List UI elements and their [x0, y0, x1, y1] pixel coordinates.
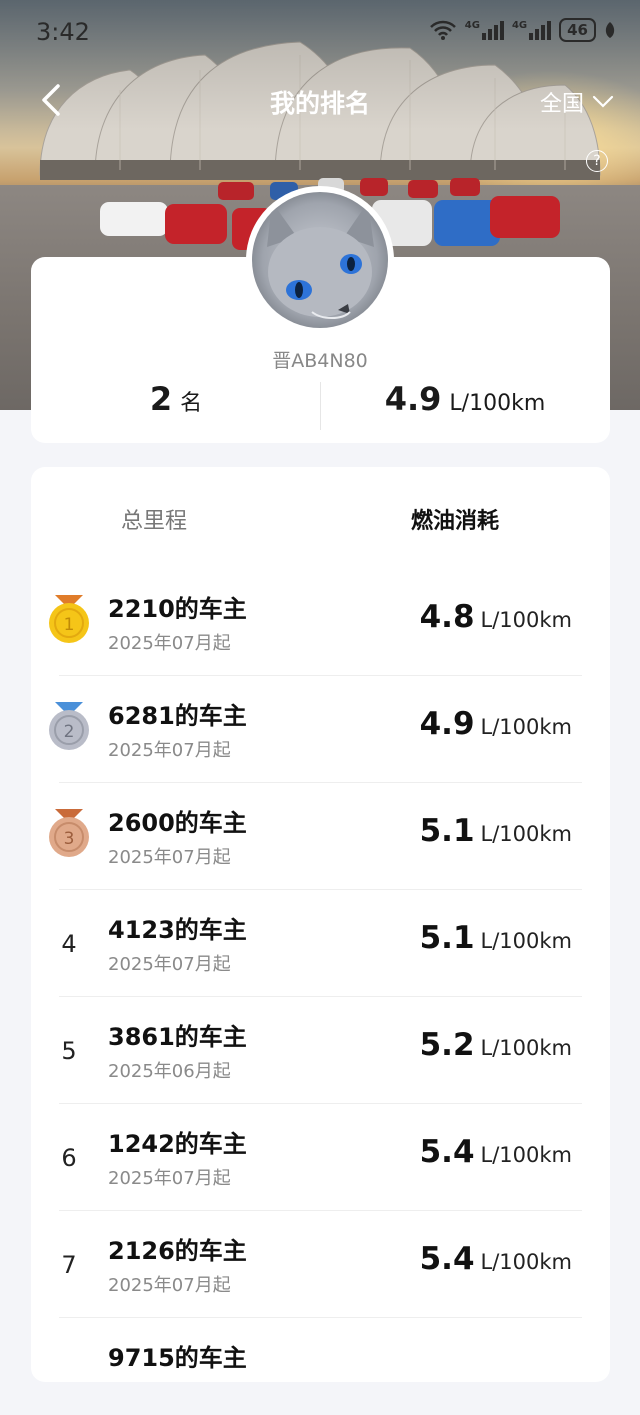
fuel-value: 5.4 L/100km	[419, 1241, 572, 1277]
owner-since: 2025年07月起	[108, 633, 231, 654]
license-plate: 晋AB4N80	[272, 350, 368, 372]
bronze-medal-icon: 3	[49, 809, 89, 857]
my-rank-value: 2	[149, 380, 173, 418]
ranking-row[interactable]: 3 2600的车主 2025年07月起 5.1 L/100km	[31, 783, 610, 890]
tab-total-mileage[interactable]: 总里程	[121, 503, 187, 535]
fuel-value: 5.1 L/100km	[419, 813, 572, 849]
signal-icon-2: 4G	[512, 20, 552, 40]
owner-name: 9715的车主	[108, 1344, 247, 1372]
rank-number: 6	[61, 1144, 77, 1172]
owner-since: 2025年07月起	[108, 740, 231, 761]
ranking-row[interactable]: 9715的车主	[31, 1318, 610, 1382]
ranking-row[interactable]: 5 3861的车主 2025年06月起 5.2 L/100km	[31, 997, 610, 1104]
rank-number: 5	[61, 1037, 77, 1065]
my-fuel: 4.9 L/100km	[320, 380, 610, 418]
rank-number: 4	[61, 930, 77, 958]
ranking-row[interactable]: 4 4123的车主 2025年07月起 5.1 L/100km	[31, 890, 610, 997]
my-fuel-value: 4.9	[384, 380, 442, 418]
cat-avatar-image	[252, 192, 388, 328]
ranking-row[interactable]: 6 1242的车主 2025年07月起 5.4 L/100km	[31, 1104, 610, 1211]
ranking-row[interactable]: 2 6281的车主 2025年07月起 4.9 L/100km	[31, 676, 610, 783]
region-selector[interactable]: 全国	[540, 86, 614, 118]
owner-name: 2600的车主	[108, 809, 247, 837]
owner-since: 2025年07月起	[108, 1275, 231, 1296]
status-bar: 3:42 4G 4G 46	[0, 0, 640, 64]
ranking-row[interactable]: 1 2210的车主 2025年07月起 4.8 L/100km	[31, 569, 610, 676]
ranking-card: 总里程 燃油消耗 1 2210的车主 2025年07月起 4.8 L/100km …	[31, 467, 610, 1382]
fuel-value: 5.4 L/100km	[419, 1134, 572, 1170]
avatar[interactable]	[246, 186, 394, 334]
tab-fuel-consumption[interactable]: 燃油消耗	[411, 503, 499, 535]
owner-since: 2025年07月起	[108, 847, 231, 868]
owner-name: 2210的车主	[108, 595, 247, 623]
owner-name: 6281的车主	[108, 702, 247, 730]
owner-name: 1242的车主	[108, 1130, 247, 1158]
wifi-icon	[429, 20, 456, 40]
ranking-row[interactable]: 7 2126的车主 2025年07月起 5.4 L/100km	[31, 1211, 610, 1318]
fuel-value: 5.2 L/100km	[419, 1027, 572, 1063]
fuel-value: 4.9 L/100km	[419, 706, 572, 742]
signal-icon: 4G	[465, 20, 504, 40]
help-icon[interactable]: ?	[586, 150, 608, 172]
my-rank-unit: 名	[180, 391, 203, 416]
owner-name: 3861的车主	[108, 1023, 247, 1051]
silver-medal-icon: 2	[49, 702, 89, 750]
owner-since: 2025年06月起	[108, 1061, 231, 1082]
gold-medal-icon: 1	[49, 595, 89, 643]
leaf-icon	[605, 22, 615, 38]
owner-name: 4123的车主	[108, 916, 247, 944]
owner-since: 2025年07月起	[108, 1168, 231, 1189]
svg-text:3: 3	[64, 829, 75, 849]
fuel-value: 5.1 L/100km	[419, 920, 572, 956]
rank-number: 7	[61, 1251, 77, 1279]
owner-since: 2025年07月起	[108, 954, 231, 975]
region-label: 全国	[539, 92, 584, 117]
my-rank: 2名	[31, 380, 321, 418]
my-fuel-unit: L/100km	[449, 391, 546, 416]
fuel-value: 4.8 L/100km	[419, 599, 572, 635]
owner-name: 2126的车主	[108, 1237, 247, 1265]
chevron-down-icon	[592, 95, 614, 108]
svg-text:2: 2	[64, 722, 75, 742]
status-time: 3:42	[36, 18, 90, 46]
battery-icon: 46	[559, 18, 596, 42]
svg-text:1: 1	[64, 615, 75, 635]
